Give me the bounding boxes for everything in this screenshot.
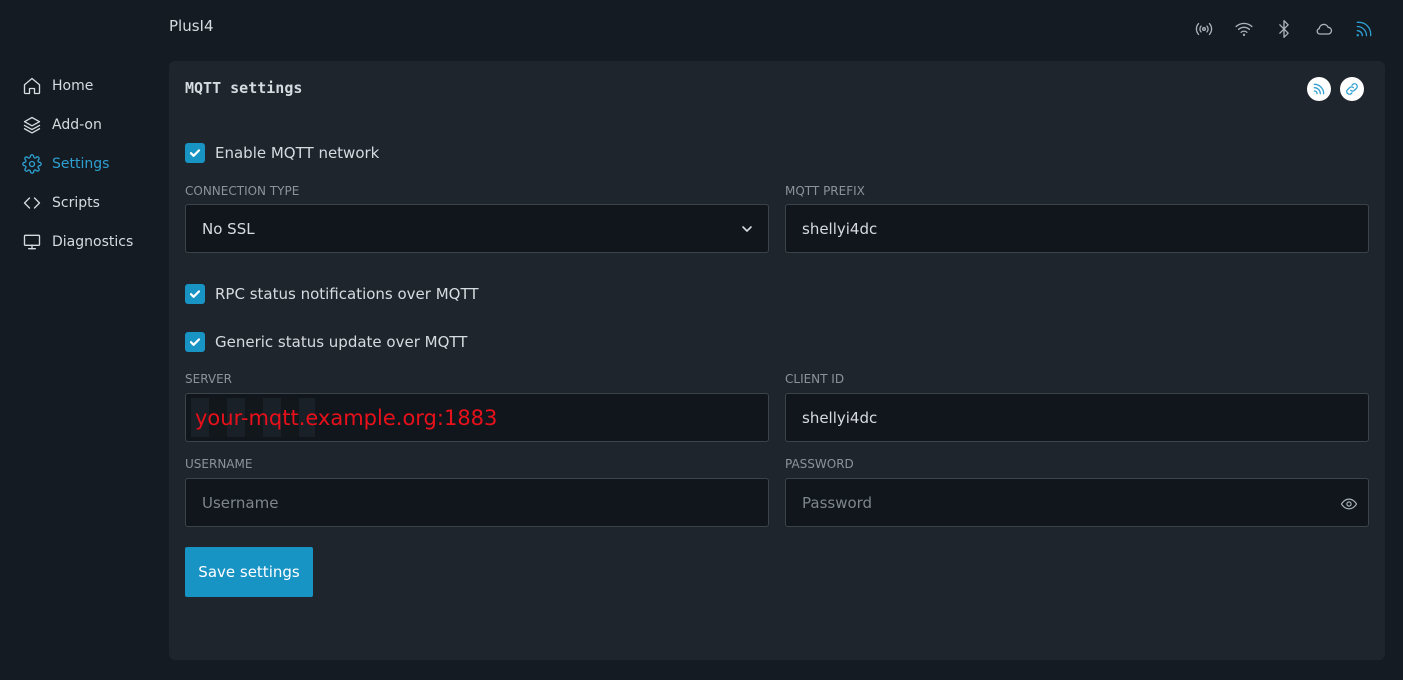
rpc-status-checkbox[interactable]: RPC status notifications over MQTT (185, 284, 479, 304)
generic-status-checkbox[interactable]: Generic status update over MQTT (185, 332, 467, 352)
client-id-value: shellyi4dc (802, 408, 878, 427)
mqtt-icon[interactable] (1352, 18, 1376, 40)
mqtt-prefix-value: shellyi4dc (802, 219, 878, 238)
enable-mqtt-label: Enable MQTT network (215, 144, 380, 162)
sidebar-item-label: Diagnostics (52, 233, 134, 250)
connection-type-value: No SSL (202, 219, 255, 238)
cloud-icon[interactable] (1312, 18, 1336, 40)
home-icon (22, 76, 42, 96)
password-input[interactable]: Password (785, 478, 1369, 527)
panel-actions (1307, 77, 1364, 101)
sidebar-item-add-on[interactable]: Add-on (22, 105, 162, 144)
panel-title: MQTT settings (185, 79, 303, 97)
sidebar-item-label: Scripts (52, 194, 100, 211)
mqtt-feed-icon (1313, 83, 1325, 95)
chevron-down-icon (740, 222, 754, 236)
connection-type-select[interactable]: No SSL (185, 204, 769, 253)
password-placeholder: Password (802, 493, 873, 512)
mqtt-prefix-label: MQTT PREFIX (785, 184, 865, 198)
antenna-icon[interactable] (1192, 18, 1216, 40)
server-value: your-mqtt.example.org:1883 (195, 405, 498, 430)
server-label: SERVER (185, 372, 233, 386)
sidebar-item-diagnostics[interactable]: Diagnostics (22, 222, 162, 261)
sidebar-item-home[interactable]: Home (22, 66, 162, 105)
username-input[interactable]: Username (185, 478, 769, 527)
sidebar-item-settings[interactable]: Settings (22, 144, 162, 183)
code-icon (22, 193, 42, 213)
mqtt-prefix-input[interactable]: shellyi4dc (785, 204, 1369, 253)
monitor-icon (22, 232, 42, 252)
link-icon (1346, 83, 1358, 95)
layers-icon (22, 115, 42, 135)
link-button[interactable] (1340, 77, 1364, 101)
checkbox-checked-icon[interactable] (185, 143, 205, 163)
mqtt-settings-panel: MQTT settings Enable MQTT network CONNEC… (169, 61, 1385, 660)
bluetooth-icon[interactable] (1272, 18, 1296, 40)
sidebar-item-label: Settings (52, 155, 110, 172)
sidebar-item-label: Add-on (52, 116, 102, 133)
password-label: PASSWORD (785, 457, 854, 471)
username-label: USERNAME (185, 457, 253, 471)
server-input[interactable]: your-mqtt.example.org:1883 (185, 393, 769, 442)
rpc-status-label: RPC status notifications over MQTT (215, 285, 479, 303)
client-id-label: CLIENT ID (785, 372, 845, 386)
device-name: PlusI4 (169, 17, 214, 35)
enable-mqtt-checkbox[interactable]: Enable MQTT network (185, 143, 379, 163)
checkbox-checked-icon[interactable] (185, 332, 205, 352)
save-settings-button[interactable]: Save settings (185, 547, 313, 597)
sidebar-item-label: Home (52, 77, 94, 94)
gear-icon (22, 153, 42, 174)
eye-icon[interactable] (1340, 495, 1358, 513)
wifi-icon[interactable] (1232, 18, 1256, 40)
connection-type-label: CONNECTION TYPE (185, 184, 300, 198)
generic-status-label: Generic status update over MQTT (215, 333, 468, 351)
username-placeholder: Username (202, 493, 279, 512)
sidebar: Home Add-on Settings Scripts Diagnostics (22, 66, 162, 261)
mqtt-feed-button[interactable] (1307, 77, 1331, 101)
status-bar (1192, 18, 1376, 40)
client-id-input[interactable]: shellyi4dc (785, 393, 1369, 442)
checkbox-checked-icon[interactable] (185, 284, 205, 304)
sidebar-item-scripts[interactable]: Scripts (22, 183, 162, 222)
